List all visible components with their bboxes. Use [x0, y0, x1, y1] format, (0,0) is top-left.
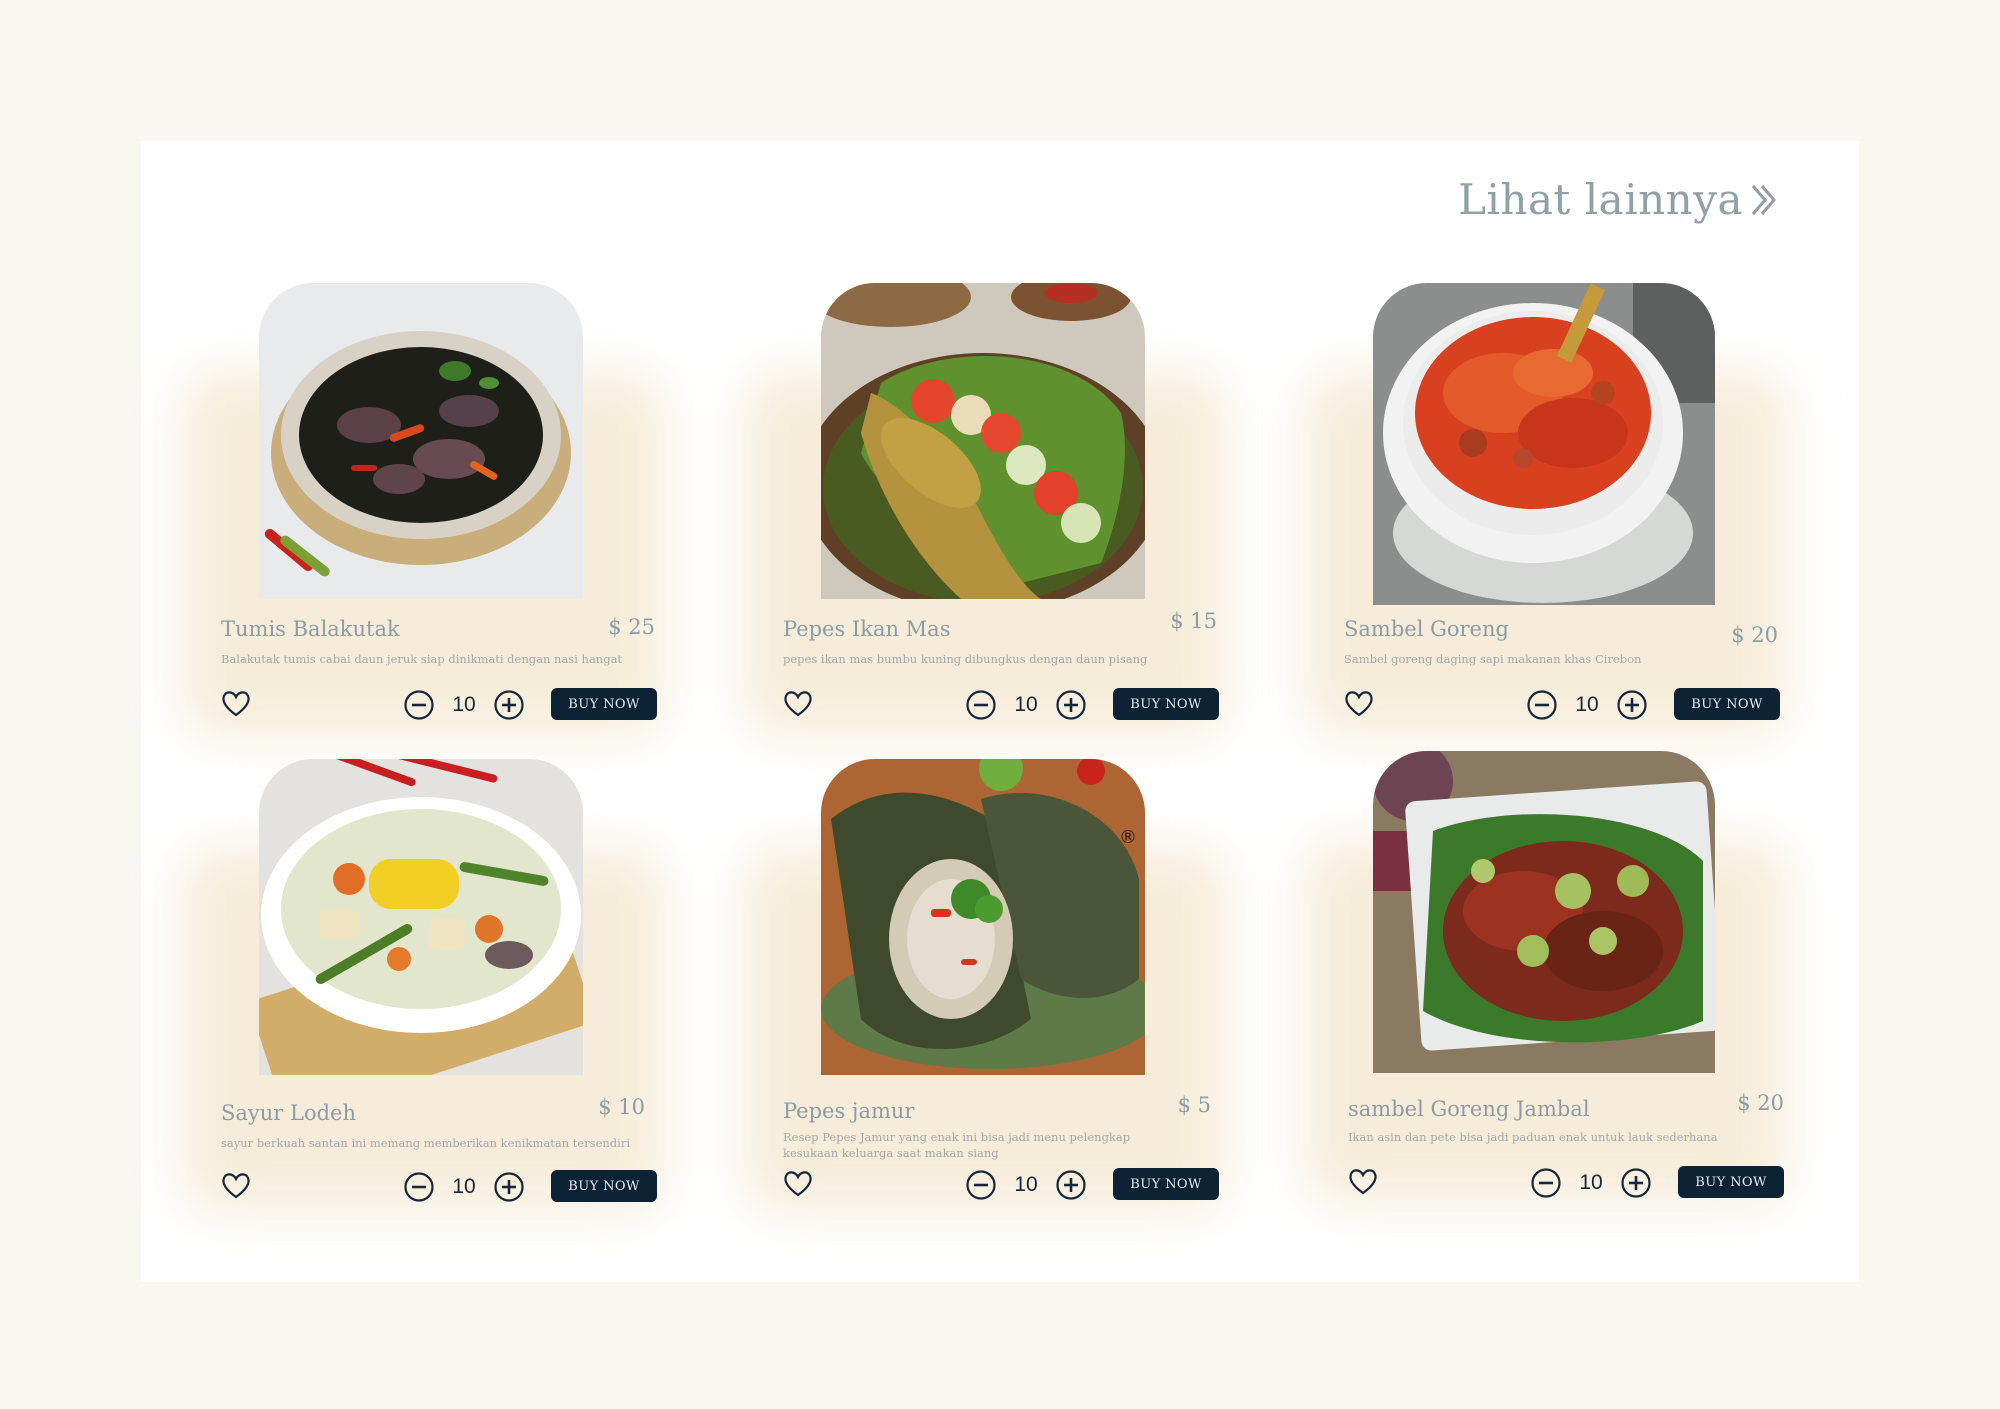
product-image-sayur-lodeh: [259, 759, 583, 1075]
quantity-stepper: 10: [965, 689, 1087, 721]
product-panel: Lihat lainnya Tumis Balakutak $ 25 Balak…: [141, 141, 1859, 1282]
plus-circle-icon[interactable]: [493, 1171, 525, 1203]
heart-icon[interactable]: [221, 689, 251, 719]
product-card: Tumis Balakutak $ 25 Balakutak tumis cab…: [141, 283, 701, 769]
product-price: $ 10: [598, 1095, 645, 1119]
heart-icon[interactable]: [783, 1169, 813, 1199]
heart-icon[interactable]: [783, 689, 813, 719]
product-card: Sambel Goreng $ 20 Sambel goreng daging …: [1264, 283, 1824, 769]
product-description: Balakutak tumis cabai daun jeruk siap di…: [221, 652, 623, 666]
product-card: sambel Goreng Jambal $ 20 Ikan asin dan …: [1264, 751, 1824, 1237]
product-price: $ 5: [1177, 1093, 1211, 1117]
quantity-stepper: 10: [1526, 689, 1648, 721]
product-name: Sambel Goreng: [1344, 617, 1509, 641]
minus-circle-icon[interactable]: [403, 689, 435, 721]
buy-now-button[interactable]: BUY NOW: [1113, 1168, 1219, 1200]
buy-now-button[interactable]: BUY NOW: [551, 1170, 657, 1202]
minus-circle-icon[interactable]: [965, 1169, 997, 1201]
svg-text:®: ®: [1119, 827, 1137, 848]
quantity-value: 10: [1575, 693, 1599, 716]
minus-circle-icon[interactable]: [1526, 689, 1558, 721]
product-image-tumis-balakutak: [259, 283, 583, 599]
heart-icon[interactable]: [221, 1171, 251, 1201]
product-card: ® Pepes jamur $ 5 Resep Pepes Jamur yang…: [703, 759, 1263, 1245]
product-price: $ 15: [1170, 609, 1217, 633]
product-description: Resep Pepes Jamur yang enak ini bisa jad…: [783, 1130, 1131, 1160]
quantity-stepper: 10: [403, 1171, 525, 1203]
see-more-label: Lihat lainnya: [1458, 175, 1743, 224]
quantity-value: 10: [452, 693, 476, 716]
minus-circle-icon[interactable]: [1530, 1167, 1562, 1199]
plus-circle-icon[interactable]: [1616, 689, 1648, 721]
product-image-pepes-ikan-mas: [821, 283, 1145, 599]
quantity-value: 10: [1014, 1173, 1038, 1196]
product-controls: 10 BUY NOW: [221, 1169, 657, 1205]
product-controls: 10 BUY NOW: [783, 1167, 1219, 1203]
product-image-sambel-goreng-jambal: [1373, 751, 1715, 1073]
buy-now-button[interactable]: BUY NOW: [1674, 688, 1780, 720]
product-image-pepes-jamur: ®: [821, 759, 1145, 1075]
quantity-stepper: 10: [403, 689, 525, 721]
product-price: $ 20: [1731, 623, 1778, 647]
product-name: Tumis Balakutak: [221, 617, 400, 641]
minus-circle-icon[interactable]: [403, 1171, 435, 1203]
quantity-stepper: 10: [1530, 1167, 1652, 1199]
plus-circle-icon[interactable]: [1620, 1167, 1652, 1199]
product-name: Pepes Ikan Mas: [783, 617, 951, 641]
product-price: $ 20: [1737, 1091, 1784, 1115]
double-chevron-right-icon: [1749, 182, 1779, 218]
product-description: Ikan asin dan pete bisa jadi paduan enak…: [1348, 1130, 1718, 1144]
buy-now-button[interactable]: BUY NOW: [1678, 1166, 1784, 1198]
minus-circle-icon[interactable]: [965, 689, 997, 721]
product-image-sambel-goreng: [1373, 283, 1715, 605]
buy-now-button[interactable]: BUY NOW: [551, 688, 657, 720]
quantity-value: 10: [452, 1175, 476, 1198]
heart-icon[interactable]: [1348, 1167, 1378, 1197]
buy-now-button[interactable]: BUY NOW: [1113, 688, 1219, 720]
product-name: sambel Goreng Jambal: [1348, 1097, 1590, 1121]
product-name: Pepes jamur: [783, 1099, 915, 1123]
product-controls: 10 BUY NOW: [1348, 1165, 1784, 1201]
product-name: Sayur Lodeh: [221, 1101, 356, 1125]
quantity-value: 10: [1014, 693, 1038, 716]
product-price: $ 25: [608, 615, 655, 639]
product-controls: 10 BUY NOW: [1344, 687, 1780, 723]
see-more-link[interactable]: Lihat lainnya: [1458, 175, 1779, 224]
quantity-stepper: 10: [965, 1169, 1087, 1201]
product-card: Sayur Lodeh $ 10 sayur berkuah santan in…: [141, 759, 701, 1245]
plus-circle-icon[interactable]: [1055, 1169, 1087, 1201]
plus-circle-icon[interactable]: [1055, 689, 1087, 721]
plus-circle-icon[interactable]: [493, 689, 525, 721]
heart-icon[interactable]: [1344, 689, 1374, 719]
product-description: pepes ikan mas bumbu kuning dibungkus de…: [783, 652, 1148, 666]
product-controls: 10 BUY NOW: [783, 687, 1219, 723]
product-controls: 10 BUY NOW: [221, 687, 657, 723]
quantity-value: 10: [1579, 1171, 1603, 1194]
product-description: sayur berkuah santan ini memang memberik…: [221, 1136, 631, 1150]
product-description: Sambel goreng daging sapi makanan khas C…: [1344, 652, 1642, 666]
product-card: Pepes Ikan Mas $ 15 pepes ikan mas bumbu…: [703, 283, 1263, 769]
